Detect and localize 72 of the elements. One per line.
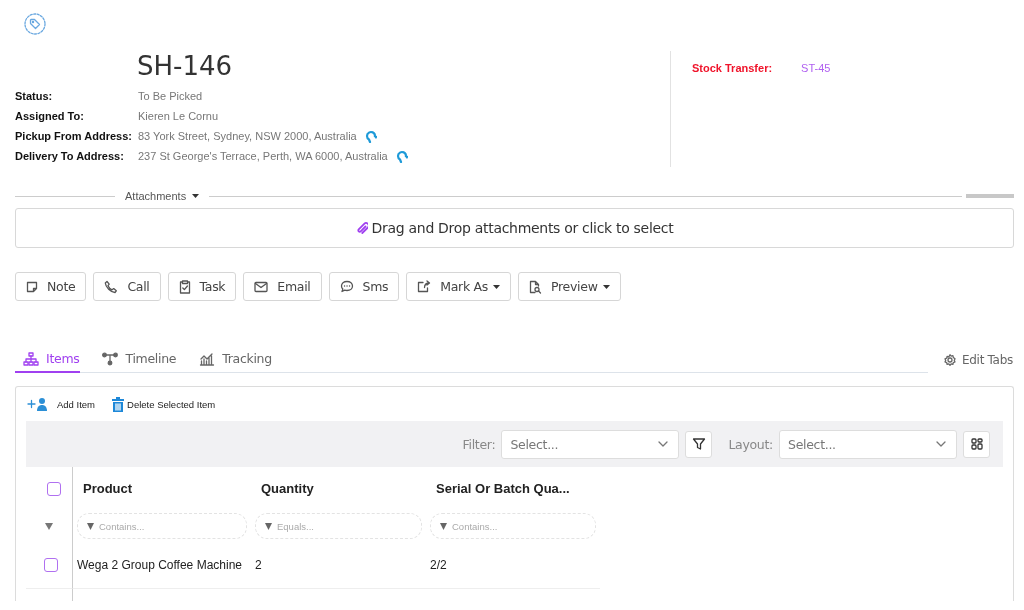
checkbox[interactable] bbox=[47, 481, 61, 496]
delete-selected-button[interactable]: Delete Selected Item bbox=[112, 396, 216, 412]
field-value: 83 York Street, Sydney, NSW 2000, Australia bbox=[138, 129, 357, 143]
task-button[interactable]: Task bbox=[167, 272, 237, 301]
tab[interactable]: Items bbox=[15, 351, 81, 373]
attachment-dropzone[interactable]: Drag and Drop attachments or click to select bbox=[15, 208, 1014, 248]
related-link[interactable]: ST-45 bbox=[801, 62, 831, 167]
checkbox[interactable] bbox=[44, 558, 58, 572]
field-label: Pickup From Address: bbox=[15, 129, 133, 143]
table-cell: Wega 2 Group Coffee Machine bbox=[77, 558, 242, 572]
tab[interactable]: Tracking bbox=[191, 351, 273, 373]
mark-button[interactable]: Mark As bbox=[406, 272, 511, 301]
note-button[interactable]: Note bbox=[15, 272, 87, 301]
field-label: Status: bbox=[15, 89, 54, 103]
caret-icon bbox=[602, 284, 610, 289]
field-value: To Be Picked bbox=[138, 89, 203, 103]
call-button[interactable]: Call bbox=[93, 272, 161, 301]
filter-icon bbox=[691, 437, 706, 451]
dropzone-text: Drag and Drop attachments or click to select bbox=[371, 220, 674, 236]
paperclip-icon bbox=[355, 221, 368, 235]
add-item-button[interactable]: Add Item bbox=[27, 397, 96, 411]
trash-icon bbox=[112, 396, 125, 412]
tab[interactable]: Timeline bbox=[94, 351, 178, 373]
edit-tabs-button[interactable]: Edit Tabs bbox=[944, 353, 1013, 373]
record-title: SH-146 bbox=[137, 51, 234, 81]
column-header[interactable]: Serial Or Batch Qua... bbox=[436, 481, 570, 496]
grid-layout-icon bbox=[970, 438, 983, 450]
chevron-down-icon bbox=[658, 441, 669, 447]
preview-button[interactable]: Preview bbox=[518, 272, 621, 301]
add-person-icon bbox=[27, 397, 49, 411]
filter-placeholder: Contains... bbox=[99, 520, 145, 532]
layout-button[interactable] bbox=[963, 430, 990, 458]
field-label: Assigned To: bbox=[15, 109, 85, 123]
layout-label: Layout: bbox=[728, 436, 773, 452]
attachments-toggle[interactable]: Attachments bbox=[115, 190, 210, 202]
filter-icon bbox=[440, 522, 447, 530]
filter-placeholder: Equals... bbox=[277, 520, 314, 532]
document-search-icon bbox=[529, 279, 542, 294]
column-header[interactable]: Product bbox=[83, 481, 133, 496]
field-label: Delivery To Address: bbox=[15, 149, 125, 163]
tag-icon bbox=[24, 13, 46, 35]
note-icon bbox=[26, 280, 38, 293]
related-label: Stock Transfer: bbox=[692, 62, 773, 76]
column-header[interactable]: Quantity bbox=[261, 481, 314, 496]
filter-dropdown[interactable]: Select... bbox=[501, 429, 680, 459]
filter-icon bbox=[87, 522, 94, 530]
share-icon bbox=[417, 280, 432, 293]
hierarchy-icon bbox=[23, 351, 39, 366]
email-button[interactable]: Email bbox=[243, 272, 322, 301]
clipboard-icon bbox=[178, 279, 191, 294]
settings-icon bbox=[944, 354, 956, 366]
filter-icon bbox=[45, 522, 53, 530]
sms-button[interactable]: Sms bbox=[328, 272, 400, 301]
filter-icon bbox=[265, 522, 272, 530]
table-cell: 2 bbox=[255, 558, 262, 572]
caret-icon bbox=[192, 193, 200, 199]
dropdown-placeholder: Select... bbox=[510, 436, 559, 452]
field-value: Kieren Le Cornu bbox=[138, 109, 219, 123]
chevron-down-icon bbox=[936, 441, 946, 447]
dropdown-placeholder: Select... bbox=[788, 436, 836, 452]
speech-bubble-icon bbox=[339, 280, 354, 293]
table-cell: 2/2 bbox=[430, 558, 447, 572]
filter-label: Filter: bbox=[462, 436, 496, 452]
layout-dropdown[interactable]: Select... bbox=[779, 429, 957, 459]
caret-icon bbox=[493, 284, 500, 289]
phone-icon bbox=[104, 279, 119, 294]
envelope-icon bbox=[254, 280, 269, 293]
filter-button[interactable] bbox=[685, 430, 713, 458]
connected-nodes-icon bbox=[102, 351, 119, 366]
bar-chart-icon bbox=[199, 351, 216, 366]
filter-placeholder: Contains... bbox=[452, 520, 498, 532]
field-value: 237 St George's Terrace, Perth, WA 6000, Australia bbox=[138, 149, 388, 163]
